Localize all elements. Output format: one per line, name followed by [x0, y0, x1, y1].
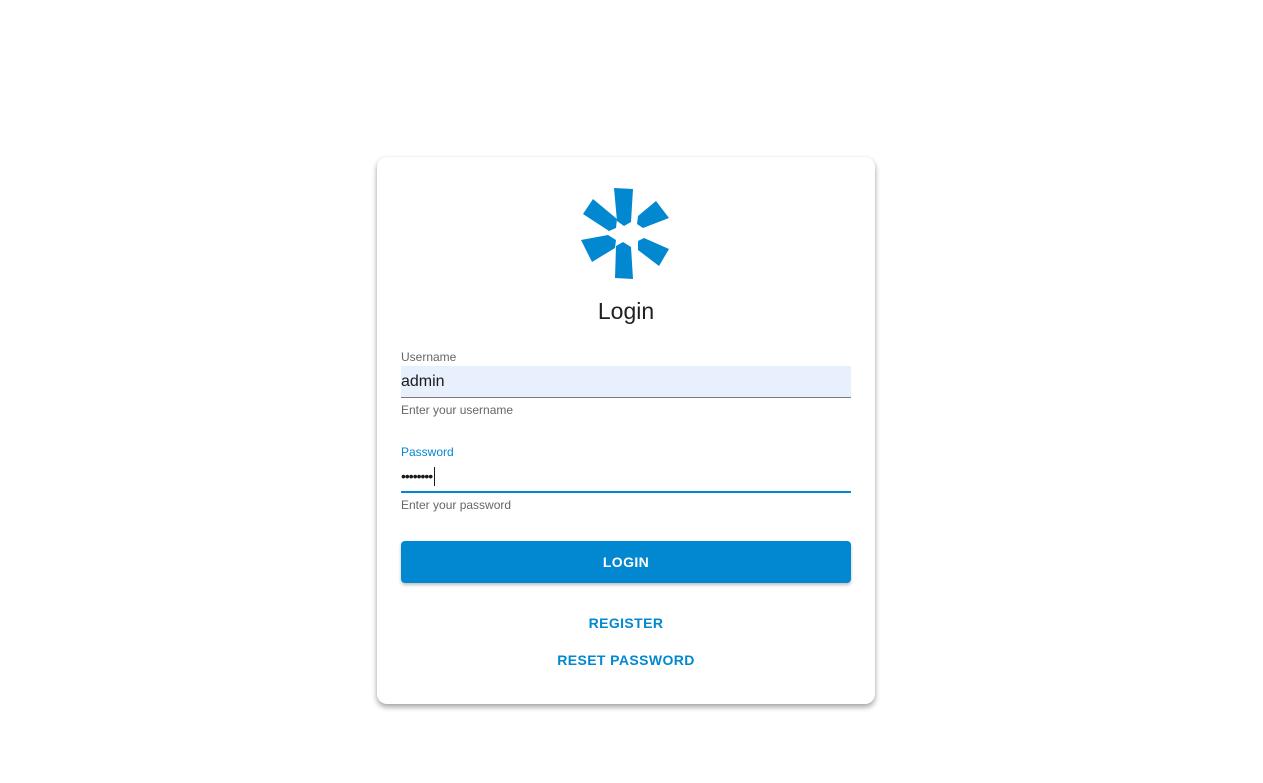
username-hint: Enter your username	[401, 403, 514, 417]
password-label: Password	[401, 445, 454, 459]
reset-password-button[interactable]: RESET PASSWORD	[377, 652, 875, 668]
username-field: Username admin Enter your username	[401, 350, 851, 417]
login-card: Login Username admin Enter your username…	[377, 157, 875, 704]
username-label: Username	[401, 350, 457, 364]
text-caret	[434, 466, 436, 486]
login-button[interactable]: LOGIN	[401, 541, 851, 583]
password-value: ••••••••	[401, 468, 433, 484]
password-hint: Enter your password	[401, 498, 512, 512]
username-input[interactable]: admin	[401, 366, 851, 398]
password-input[interactable]: ••••••••	[401, 461, 851, 493]
register-button[interactable]: REGISTER	[377, 615, 875, 631]
asterisk-logo-icon	[581, 188, 669, 279]
page-title: Login	[597, 298, 655, 324]
password-field: Password •••••••• Enter your password	[401, 445, 851, 512]
username-value: admin	[401, 372, 445, 390]
